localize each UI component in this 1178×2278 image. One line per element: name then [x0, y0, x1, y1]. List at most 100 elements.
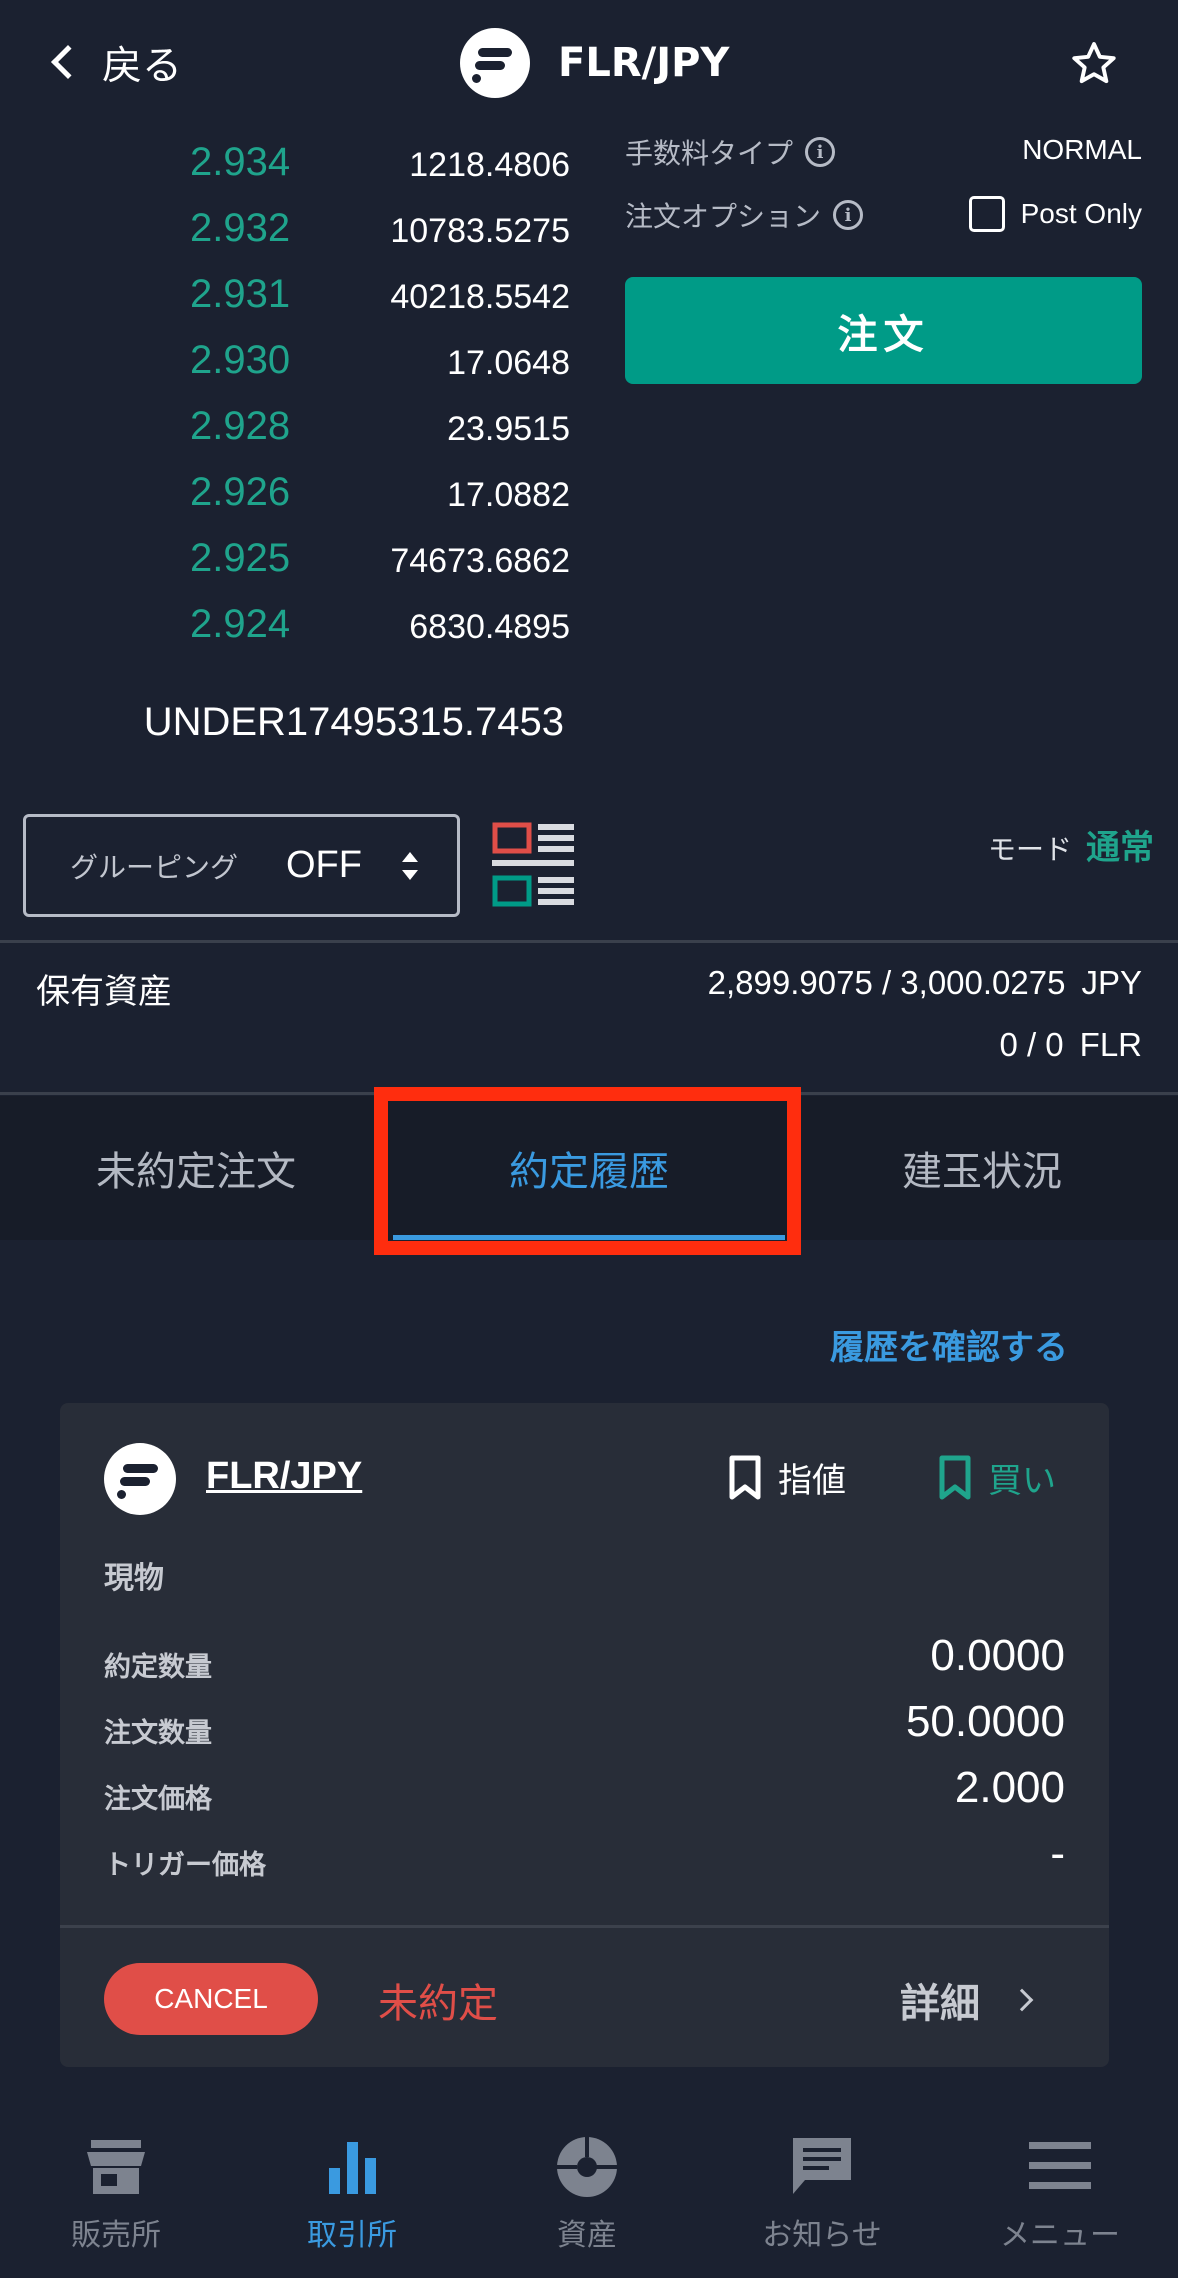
detail-button[interactable]: 詳細	[900, 1971, 1034, 2029]
highlight-box	[374, 1087, 801, 1255]
info-icon[interactable]: i	[833, 200, 864, 230]
row-value: 50.0000	[905, 1697, 1065, 1746]
bar-chart-icon	[329, 2142, 376, 2194]
ob-qty: 17.0648	[447, 344, 570, 382]
card-row: 注文数量 50.0000	[104, 1697, 1065, 1755]
fee-type-text: 手数料タイプ	[625, 137, 794, 170]
order-card: FLR/JPY 指値 買い 現物 約定数量 0.0000 注文数量 50.000…	[60, 1403, 1109, 2067]
flare-logo-icon	[104, 1443, 176, 1515]
nav-item-assets[interactable]: 資産	[487, 2134, 687, 2254]
ob-price: 2.931	[190, 272, 291, 316]
tab-open-orders[interactable]: 未約定注文	[0, 1096, 392, 1240]
nav-label: 取引所	[307, 2218, 397, 2253]
sort-arrows-icon	[402, 851, 418, 880]
card-pair-link[interactable]: FLR/JPY	[206, 1455, 362, 1498]
flr-amount: 0 / 0	[999, 1026, 1064, 1063]
fee-type-label: 手数料タイプ i	[625, 132, 836, 172]
ob-qty: 74673.6862	[390, 542, 570, 580]
info-icon[interactable]: i	[805, 137, 836, 167]
nav-item-news[interactable]: お知らせ	[722, 2134, 922, 2254]
nav-label: 販売所	[71, 2218, 161, 2253]
order-book-under: UNDER17495315.7453	[143, 700, 564, 744]
order-book-row[interactable]: 2.928 23.9515	[0, 404, 570, 454]
ob-qty: 40218.5542	[390, 278, 570, 316]
row-value: -	[1050, 1829, 1065, 1878]
order-side-label: 買い	[988, 1461, 1056, 1501]
divider	[60, 1925, 1109, 1928]
order-button[interactable]: 注文	[625, 277, 1142, 384]
ob-price: 2.930	[190, 338, 291, 382]
store-icon	[87, 2140, 145, 2194]
detail-label: 詳細	[900, 1981, 980, 2027]
jpy-amount: 2,899.9075 / 3,000.0275	[707, 964, 1066, 1001]
order-book-row[interactable]: 2.931 40218.5542	[0, 272, 570, 322]
row-value: 0.0000	[930, 1631, 1065, 1680]
ob-price: 2.925	[190, 536, 291, 580]
pie-chart-icon	[557, 2137, 617, 2197]
star-icon[interactable]	[1068, 38, 1120, 90]
order-option-text: 注文オプション	[625, 200, 822, 233]
order-book-row[interactable]: 2.924 6830.4895	[0, 602, 570, 652]
row-label: トリガー価格	[104, 1850, 266, 1881]
card-row: 注文価格 2.000	[104, 1763, 1065, 1821]
row-label: 注文価格	[104, 1784, 212, 1815]
mode-label: モード	[987, 833, 1072, 866]
divider	[0, 940, 1178, 943]
order-side: 買い	[938, 1453, 1056, 1502]
grouping-label: グルーピング	[70, 850, 239, 884]
ob-price: 2.932	[190, 206, 291, 250]
order-option-label: 注文オプション i	[625, 195, 864, 235]
nav-item-exchange[interactable]: 取引所	[252, 2134, 452, 2254]
ob-qty: 10783.5275	[390, 212, 570, 250]
grouping-value: OFF	[286, 844, 362, 886]
nav-label: 資産	[557, 2218, 617, 2253]
ob-qty: 23.9515	[447, 410, 570, 448]
cancel-button[interactable]: CANCEL	[104, 1963, 318, 2035]
nav-item-menu[interactable]: メニュー	[960, 2134, 1160, 2254]
pair-name: FLR/JPY	[558, 40, 730, 86]
order-book-row[interactable]: 2.926 17.0882	[0, 470, 570, 520]
nav-label: お知らせ	[762, 2218, 882, 2253]
order-book-row[interactable]: 2.930 17.0648	[0, 338, 570, 388]
grouping-select[interactable]: グルーピング OFF	[23, 814, 460, 917]
ob-qty: 6830.4895	[409, 608, 570, 646]
order-book-row[interactable]: 2.934 1218.4806	[0, 140, 570, 190]
back-label: 戻る	[102, 43, 182, 89]
pair-title: FLR/JPY	[460, 28, 729, 98]
ob-qty: 17.0882	[447, 476, 570, 514]
order-book-row[interactable]: 2.925 74673.6862	[0, 536, 570, 586]
checkbox-icon[interactable]	[968, 196, 1005, 232]
row-value: 2.000	[954, 1763, 1065, 1812]
message-icon	[793, 2138, 851, 2194]
ob-price: 2.924	[190, 602, 291, 646]
mode-value: 通常	[1086, 828, 1154, 868]
tab-positions[interactable]: 建玉状況	[786, 1096, 1178, 1240]
flare-logo-icon	[460, 28, 530, 98]
back-button[interactable]: 戻る	[48, 30, 182, 94]
card-row: 約定数量 0.0000	[104, 1631, 1065, 1689]
bookmark-icon	[939, 1455, 971, 1499]
order-book-row[interactable]: 2.932 10783.5275	[0, 206, 570, 256]
mode-indicator[interactable]: モード 通常	[988, 820, 1154, 869]
order-status: 未約定	[378, 1981, 498, 2027]
nav-item-store[interactable]: 販売所	[16, 2134, 216, 2254]
assets-jpy: 2,899.9075 / 3,000.0275 JPY	[708, 964, 1142, 1002]
flr-unit: FLR	[1079, 1026, 1142, 1063]
menu-icon	[1029, 2142, 1091, 2189]
bottom-nav: 販売所 取引所 資産 お知らせ メニュー	[0, 2110, 1178, 2278]
ob-price: 2.934	[190, 140, 291, 184]
assets-flr: 0 / 0 FLR	[999, 1026, 1142, 1064]
card-row: トリガー価格 -	[104, 1829, 1065, 1887]
post-only-checkbox[interactable]: Post Only	[968, 196, 1142, 232]
row-label: 約定数量	[104, 1652, 212, 1683]
ob-price: 2.926	[190, 470, 291, 514]
nav-label: メニュー	[1000, 2218, 1120, 2253]
ob-price: 2.928	[190, 404, 291, 448]
ob-qty: 1218.4806	[409, 146, 570, 184]
row-label: 注文数量	[104, 1718, 212, 1749]
fee-type-value: NORMAL	[1022, 134, 1142, 165]
order-book-layout-icon[interactable]	[492, 822, 576, 908]
order-type: 指値	[728, 1453, 846, 1502]
history-link[interactable]: 履歴を確認する	[830, 1320, 1068, 1369]
app-header: 戻る FLR/JPY	[0, 0, 1178, 124]
